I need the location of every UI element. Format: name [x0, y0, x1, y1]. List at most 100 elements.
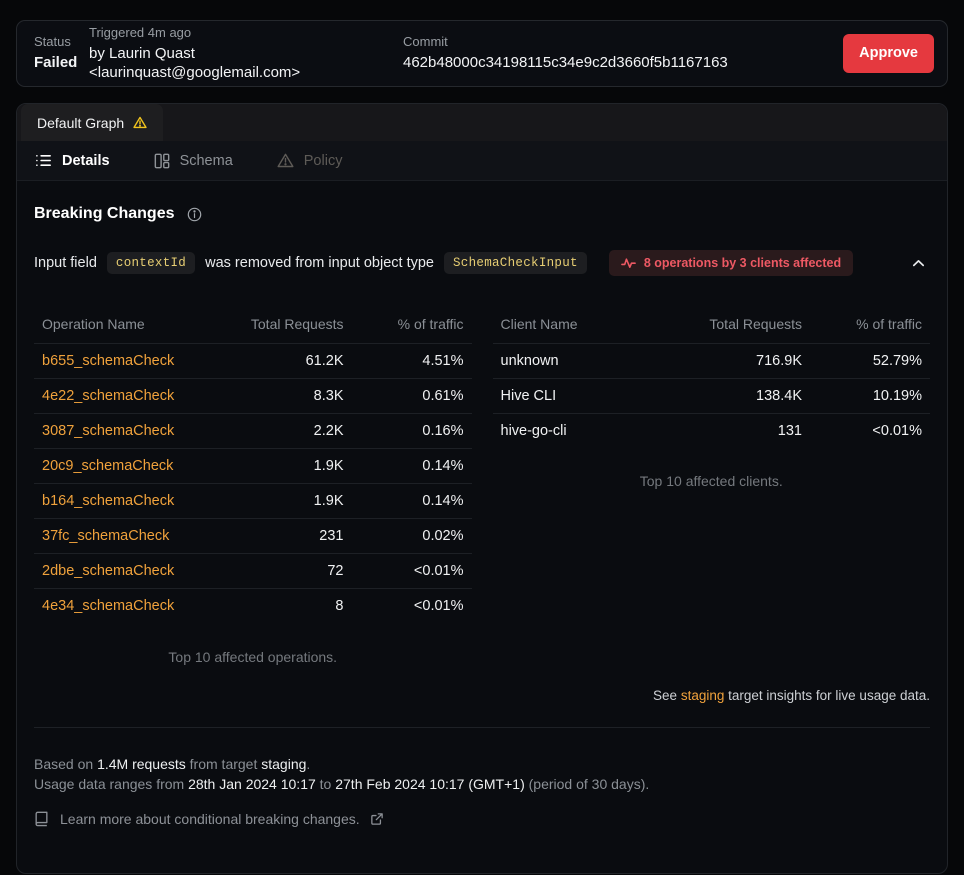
- insights-note: See staging target insights for live usa…: [34, 688, 930, 703]
- row-name[interactable]: 37fc_schemaCheck: [42, 528, 209, 544]
- row-traffic: 4.51%: [344, 353, 464, 369]
- insights-note-suffix: target insights for live usage data.: [724, 688, 930, 703]
- row-name[interactable]: 2dbe_schemaCheck: [42, 563, 209, 579]
- usage-text: from target: [186, 756, 261, 772]
- table-row: Hive CLI138.4K10.19%: [493, 378, 931, 413]
- clients-table-header: Client Name Total Requests % of traffic: [493, 306, 931, 343]
- check-summary-card: Status Failed Triggered 4m ago by Laurin…: [16, 20, 948, 87]
- learn-more-label: Learn more about conditional breaking ch…: [60, 811, 360, 827]
- chevron-up-icon[interactable]: [911, 256, 926, 271]
- row-name[interactable]: 3087_schemaCheck: [42, 423, 209, 439]
- column-traffic: % of traffic: [802, 316, 922, 332]
- usage-text: (period of 30 days).: [525, 776, 650, 792]
- table-row: b655_schemaCheck61.2K4.51%: [34, 343, 472, 378]
- usage-text: Usage data ranges from: [34, 776, 188, 792]
- tab-policy[interactable]: Policy: [277, 153, 343, 169]
- type-code-chip: SchemaCheckInput: [444, 252, 587, 274]
- staging-target-link[interactable]: staging: [681, 688, 725, 703]
- row-name: hive-go-cli: [501, 423, 668, 439]
- column-total-requests: Total Requests: [667, 316, 802, 332]
- usage-summary-line1: Based on 1.4M requests from target stagi…: [34, 754, 930, 774]
- row-total-requests: 231: [209, 528, 344, 544]
- tab-details[interactable]: Details: [35, 152, 110, 169]
- row-traffic: <0.01%: [344, 563, 464, 579]
- row-name[interactable]: b164_schemaCheck: [42, 493, 209, 509]
- breaking-changes-header: Breaking Changes: [34, 205, 930, 223]
- status-label: Status: [34, 34, 89, 50]
- section-title: Breaking Changes: [34, 205, 174, 223]
- usage-summary-line2: Usage data ranges from 28th Jan 2024 10:…: [34, 774, 930, 794]
- book-icon: [34, 811, 49, 827]
- row-total-requests: 2.2K: [209, 423, 344, 439]
- schema-icon: [154, 153, 170, 169]
- triggered-label: Triggered 4m ago: [89, 25, 403, 41]
- row-total-requests: 8.3K: [209, 388, 344, 404]
- clients-table-caption: Top 10 affected clients.: [493, 473, 931, 489]
- request-count: 1.4M requests: [97, 756, 186, 772]
- section-divider: [34, 727, 930, 728]
- triggered-author: by Laurin Quast <laurinquast@googlemail.…: [89, 44, 403, 82]
- column-total-requests: Total Requests: [209, 316, 344, 332]
- column-traffic: % of traffic: [344, 316, 464, 332]
- table-row: b164_schemaCheck1.9K0.14%: [34, 483, 472, 518]
- usage-text: Based on: [34, 756, 97, 772]
- activity-pulse-icon: [621, 257, 636, 269]
- row-traffic: <0.01%: [802, 423, 922, 439]
- check-details-card: Default Graph Details: [16, 103, 948, 874]
- column-client-name: Client Name: [501, 316, 668, 332]
- row-total-requests: 716.9K: [667, 353, 802, 369]
- status-value: Failed: [34, 53, 89, 72]
- table-row: 4e34_schemaCheck8<0.01%: [34, 588, 472, 623]
- row-traffic: 0.14%: [344, 458, 464, 474]
- row-name: Hive CLI: [501, 388, 668, 404]
- usage-text: .: [306, 756, 310, 772]
- target-name: staging: [261, 756, 306, 772]
- operations-table-body: b655_schemaCheck61.2K4.51%4e22_schemaChe…: [34, 343, 472, 623]
- row-name[interactable]: 4e22_schemaCheck: [42, 388, 209, 404]
- row-name[interactable]: b655_schemaCheck: [42, 353, 209, 369]
- row-name[interactable]: 4e34_schemaCheck: [42, 598, 209, 614]
- approve-button[interactable]: Approve: [843, 34, 934, 73]
- date-from: 28th Jan 2024 10:17: [188, 776, 316, 792]
- graph-tab-strip: Default Graph: [17, 104, 947, 141]
- row-total-requests: 61.2K: [209, 353, 344, 369]
- row-name[interactable]: 20c9_schemaCheck: [42, 458, 209, 474]
- warning-icon: [133, 116, 147, 129]
- insights-note-prefix: See: [653, 688, 681, 703]
- tab-details-label: Details: [62, 153, 110, 169]
- affected-operations-badge[interactable]: 8 operations by 3 clients affected: [609, 250, 853, 276]
- usage-summary: Based on 1.4M requests from target stagi…: [34, 754, 930, 794]
- field-code-chip: contextId: [107, 252, 195, 274]
- learn-more-link[interactable]: Learn more about conditional breaking ch…: [34, 811, 383, 827]
- details-content: Breaking Changes Input field contextId w…: [17, 205, 947, 827]
- warning-outline-icon: [277, 153, 294, 168]
- check-nav: Details Schema Policy: [17, 141, 947, 181]
- table-row: hive-go-cli131<0.01%: [493, 413, 931, 448]
- column-operation-name: Operation Name: [42, 316, 209, 332]
- table-row: 20c9_schemaCheck1.9K0.14%: [34, 448, 472, 483]
- list-icon: [35, 152, 52, 169]
- clients-table-body: unknown716.9K52.79%Hive CLI138.4K10.19%h…: [493, 343, 931, 448]
- row-total-requests: 1.9K: [209, 458, 344, 474]
- graph-tab-label: Default Graph: [37, 115, 124, 131]
- table-row: 3087_schemaCheck2.2K0.16%: [34, 413, 472, 448]
- triggered-block: Triggered 4m ago by Laurin Quast <laurin…: [89, 25, 403, 82]
- usage-tables: Operation Name Total Requests % of traff…: [34, 306, 930, 665]
- row-total-requests: 138.4K: [667, 388, 802, 404]
- table-row: unknown716.9K52.79%: [493, 343, 931, 378]
- tab-schema[interactable]: Schema: [154, 153, 233, 169]
- table-row: 4e22_schemaCheck8.3K0.61%: [34, 378, 472, 413]
- status-block: Status Failed: [34, 34, 89, 72]
- usage-text: to: [316, 776, 335, 792]
- change-text-prefix: Input field: [34, 255, 97, 271]
- breaking-change-row[interactable]: Input field contextId was removed from i…: [34, 250, 930, 276]
- commit-block: Commit 462b48000c34198115c34e9c2d3660f5b…: [403, 34, 728, 72]
- tab-default-graph[interactable]: Default Graph: [21, 104, 163, 141]
- row-traffic: <0.01%: [344, 598, 464, 614]
- info-icon[interactable]: [187, 207, 202, 222]
- clients-table: Client Name Total Requests % of traffic …: [493, 306, 931, 489]
- tab-policy-label: Policy: [304, 153, 343, 169]
- row-name: unknown: [501, 353, 668, 369]
- date-to: 27th Feb 2024 10:17 (GMT+1): [335, 776, 525, 792]
- commit-hash: 462b48000c34198115c34e9c2d3660f5b1167163: [403, 53, 728, 72]
